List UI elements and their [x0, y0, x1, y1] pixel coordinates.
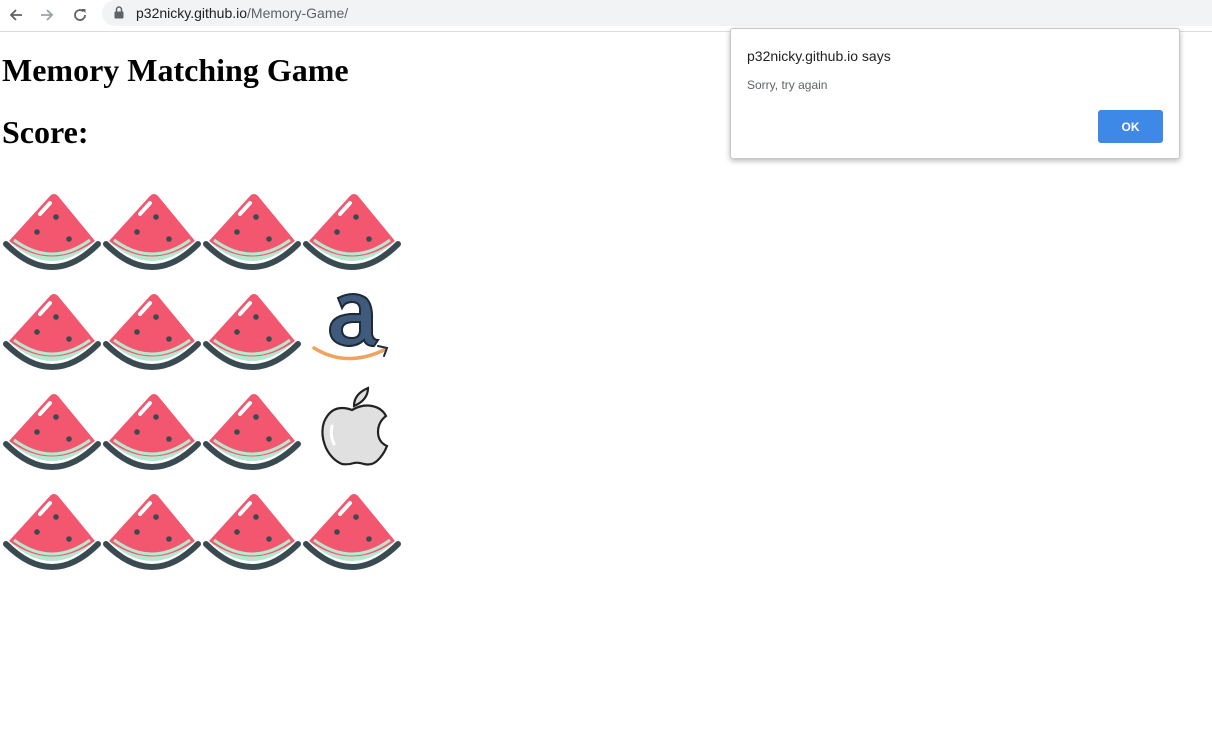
- card-grid: [0, 182, 402, 582]
- card-watermelon-icon[interactable]: [102, 382, 202, 482]
- reload-icon[interactable]: [68, 3, 92, 27]
- card-watermelon-icon[interactable]: [102, 282, 202, 382]
- card-watermelon-icon[interactable]: [102, 182, 202, 282]
- card-watermelon-icon[interactable]: [302, 482, 402, 582]
- card-watermelon-icon[interactable]: [2, 382, 102, 482]
- card-watermelon-icon[interactable]: [202, 182, 302, 282]
- page-title: Memory Matching Game: [2, 52, 349, 88]
- card-watermelon-icon[interactable]: [2, 282, 102, 382]
- card-watermelon-icon[interactable]: [202, 282, 302, 382]
- alert-dialog: p32nicky.github.io says Sorry, try again…: [730, 28, 1180, 159]
- card-watermelon-icon[interactable]: [202, 482, 302, 582]
- card-watermelon-icon[interactable]: [302, 182, 402, 282]
- url-path: /Memory-Game/: [247, 5, 349, 21]
- back-arrow-icon[interactable]: [4, 3, 28, 27]
- card-apple-logo-icon[interactable]: [302, 382, 402, 482]
- score-label: Score:: [2, 114, 89, 150]
- address-bar[interactable]: p32nicky.github.io/Memory-Game/: [102, 0, 1212, 26]
- url-host: p32nicky.github.io: [136, 5, 248, 21]
- alert-title: p32nicky.github.io says: [747, 48, 891, 64]
- alert-message: Sorry, try again: [747, 78, 828, 92]
- ok-button[interactable]: OK: [1098, 110, 1163, 143]
- lock-icon[interactable]: [114, 6, 124, 24]
- card-amazon-logo-icon[interactable]: [302, 282, 402, 382]
- url-text: p32nicky.github.io/Memory-Game/: [136, 5, 348, 21]
- card-watermelon-icon[interactable]: [2, 182, 102, 282]
- forward-arrow-icon[interactable]: [35, 3, 59, 27]
- card-watermelon-icon[interactable]: [202, 382, 302, 482]
- card-watermelon-icon[interactable]: [2, 482, 102, 582]
- card-watermelon-icon[interactable]: [102, 482, 202, 582]
